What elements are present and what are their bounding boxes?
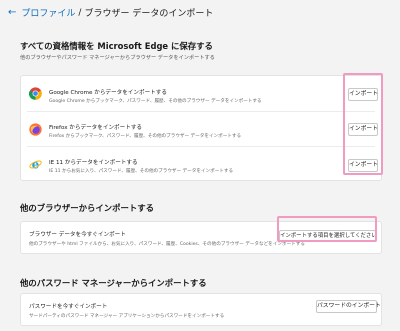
section-subtitle: 他のブラウザーやパスワード マネージャーからブラウザー データをインポートする bbox=[20, 55, 215, 61]
back-arrow-icon[interactable]: ← bbox=[8, 7, 16, 18]
chrome-icon bbox=[29, 87, 42, 100]
import-row-chrome: Google Chrome からデータをインポートする Google Chrom… bbox=[21, 76, 381, 111]
row-description: IE 11 からお気に入り、パスワード、履歴、その他のブラウザー データをインポ… bbox=[49, 169, 234, 174]
row-title: ブラウザー データを今すぐインポート bbox=[29, 232, 126, 238]
section-title-other-browsers: 他のブラウザーからインポートする bbox=[20, 203, 154, 213]
other-browser-card: ブラウザー データを今すぐインポート 他のブラウザーや html ファイルから、… bbox=[20, 221, 382, 254]
import-row-ie: e IE 11 からデータをインポートする IE 11 からお気に入り、パスワー… bbox=[21, 147, 381, 182]
choose-import-items-button[interactable]: インポートする項目を選択してください bbox=[279, 230, 377, 242]
import-chrome-button[interactable]: インポート bbox=[348, 88, 378, 101]
firefox-icon bbox=[29, 123, 42, 136]
row-description: 他のブラウザーや html ファイルから、お気に入り、パスワード、履歴、Cook… bbox=[29, 242, 305, 247]
section-title-save-credentials: すべての資格情報を Microsoft Edge に保存する bbox=[20, 41, 213, 51]
svg-text:e: e bbox=[32, 158, 39, 171]
import-ie-button[interactable]: インポート bbox=[348, 159, 378, 172]
page-title: ブラウザー データのインポート bbox=[84, 9, 214, 19]
breadcrumb-profile-link[interactable]: プロファイル bbox=[21, 6, 75, 19]
import-passwords-button[interactable]: パスワードのインポート bbox=[316, 300, 381, 313]
row-description: Firefox からブックマーク、パスワード、履歴、その他のブラウザー データを… bbox=[49, 134, 242, 139]
row-description: サードパーティのパスワード マネージャー アプリケーションからパスワードをインポ… bbox=[29, 314, 225, 319]
breadcrumb: ← プロファイル / ブラウザー データのインポート bbox=[8, 6, 213, 19]
row-title: IE 11 からデータをインポートする bbox=[49, 160, 138, 166]
browser-import-card: Google Chrome からデータをインポートする Google Chrom… bbox=[20, 75, 382, 181]
import-firefox-button[interactable]: インポート bbox=[348, 123, 378, 136]
ie-icon: e bbox=[29, 158, 42, 171]
breadcrumb-separator: / bbox=[78, 7, 82, 18]
row-description: Google Chrome からブックマーク、パスワード、履歴、その他のブラウザ… bbox=[49, 99, 262, 104]
row-title: Firefox からデータをインポートする bbox=[49, 125, 143, 131]
import-row-firefox: Firefox からデータをインポートする Firefox からブックマーク、パ… bbox=[21, 112, 381, 146]
password-manager-card: パスワードを今すぐインポート サードパーティのパスワード マネージャー アプリケ… bbox=[20, 293, 382, 326]
section-title-password-managers: 他のパスワード マネージャーからインポートする bbox=[20, 278, 207, 288]
row-title: Google Chrome からデータをインポートする bbox=[49, 90, 167, 96]
row-title: パスワードを今すぐインポート bbox=[29, 304, 108, 310]
